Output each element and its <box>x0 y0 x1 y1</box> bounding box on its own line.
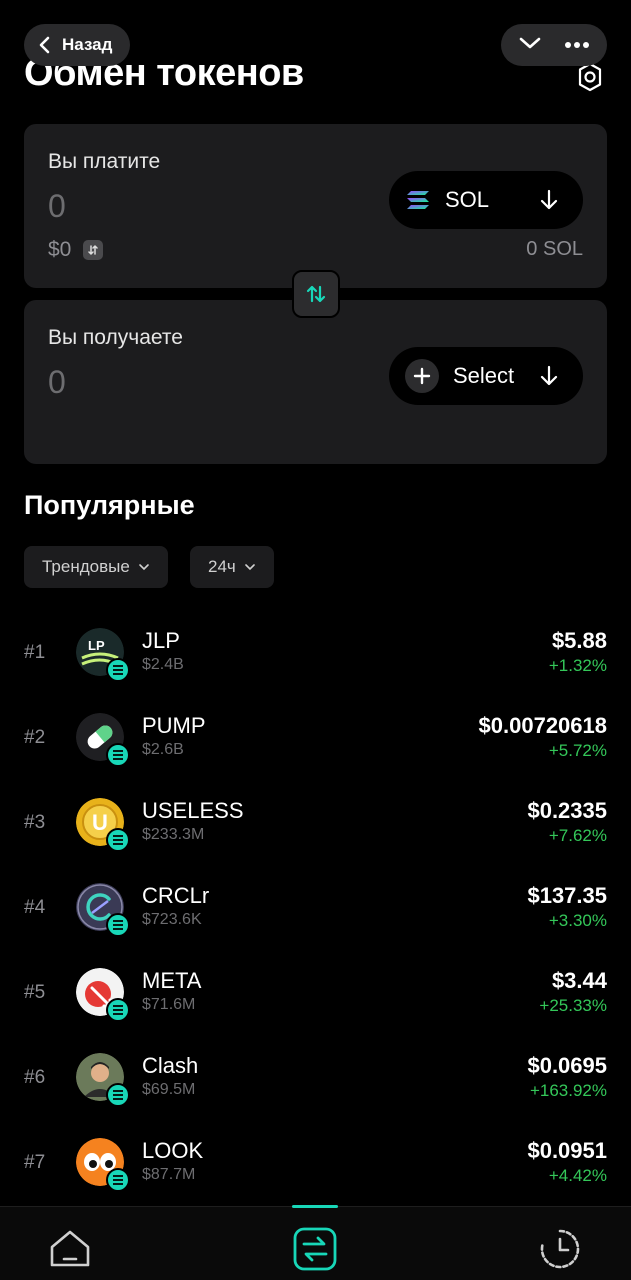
pay-balance: 0 SOL <box>526 238 583 260</box>
token-rank: #3 <box>24 812 46 833</box>
token-marketcap: $2.4B <box>142 656 184 673</box>
token-change: +3.30% <box>548 911 607 930</box>
chevron-down-icon <box>519 37 541 48</box>
top-right-controls <box>501 24 607 66</box>
token-row[interactable]: #5 META $71.6M $3.44 +25.33% <box>0 952 631 1037</box>
pay-label: Вы платите <box>48 150 161 173</box>
sort-filter-label: Трендовые <box>42 557 130 576</box>
collapse-button[interactable] <box>518 35 542 56</box>
period-filter[interactable]: 24ч <box>190 546 274 588</box>
token-price: $0.0951 <box>527 1138 607 1163</box>
token-row[interactable]: #4 CRCLr $723.6K $137.35 +3.30% <box>0 867 631 952</box>
token-price: $5.88 <box>551 628 607 653</box>
token-name: JLP <box>142 628 180 653</box>
bottom-nav <box>0 1205 631 1280</box>
pay-token-symbol: SOL <box>445 187 490 212</box>
sort-filter[interactable]: Трендовые <box>24 546 168 588</box>
svg-text:LP: LP <box>88 638 105 653</box>
nav-home[interactable] <box>46 1225 94 1273</box>
swap-arrows-icon <box>306 285 326 303</box>
nav-history[interactable] <box>536 1225 584 1273</box>
token-row[interactable]: #7 LOOK $87.7M $0.0951 +4.42% <box>0 1122 631 1207</box>
swap-direction-button[interactable] <box>292 270 340 318</box>
token-marketcap: $87.7M <box>142 1166 196 1183</box>
more-dots-icon <box>565 42 589 48</box>
solana-chain-badge-icon <box>106 658 130 682</box>
solana-chain-badge-icon <box>106 1168 130 1192</box>
token-rank: #7 <box>24 1152 46 1173</box>
back-label: Назад <box>62 35 113 54</box>
token-rank: #6 <box>24 1067 46 1088</box>
token-name: CRCLr <box>142 883 210 908</box>
token-rank: #1 <box>24 642 46 663</box>
token-marketcap: $233.3M <box>142 826 205 843</box>
token-name: Clash <box>142 1053 199 1078</box>
token-change: +5.72% <box>548 741 607 760</box>
solana-chain-badge-icon <box>106 1083 130 1107</box>
solana-chain-badge-icon <box>106 743 130 767</box>
arrow-down-icon <box>540 365 558 386</box>
token-row[interactable]: #2 PUMP $2.6B $0.00720618 +5.72% <box>0 697 631 782</box>
pay-usd-value: $0 <box>48 238 104 262</box>
token-change: +4.42% <box>548 1166 607 1185</box>
active-tab-indicator <box>292 1205 338 1208</box>
token-name: LOOK <box>142 1138 204 1163</box>
token-row[interactable]: #1 LP JLP $2.4B $5.88 +1.32% <box>0 612 631 697</box>
receive-token-symbol: Select <box>453 363 515 388</box>
token-rank: #2 <box>24 727 46 748</box>
token-change: +163.92% <box>529 1081 607 1100</box>
nav-swap[interactable] <box>291 1225 339 1273</box>
home-icon <box>50 1230 90 1267</box>
token-marketcap: $723.6K <box>142 911 202 928</box>
chevron-down-icon <box>139 564 149 571</box>
period-filter-label: 24ч <box>208 557 236 576</box>
token-marketcap: $71.6M <box>142 996 196 1013</box>
token-price: $0.0695 <box>527 1053 607 1078</box>
token-marketcap: $2.6B <box>142 741 184 758</box>
pay-token-selector[interactable]: SOL <box>389 171 583 229</box>
more-button[interactable] <box>564 36 590 54</box>
pay-card: Вы платите 0 $0 0 SOL SOL <box>24 124 607 288</box>
token-price: $137.35 <box>527 883 607 908</box>
solana-logo-icon <box>407 191 429 209</box>
token-marketcap: $69.5M <box>142 1081 196 1098</box>
back-button[interactable]: Назад <box>24 24 131 66</box>
pay-usd-text: $0 <box>48 238 72 261</box>
receive-amount: 0 <box>48 364 66 400</box>
solana-chain-badge-icon <box>106 913 130 937</box>
history-clock-icon <box>540 1229 580 1269</box>
token-change: +25.33% <box>539 996 607 1015</box>
solana-chain-badge-icon <box>106 828 130 852</box>
token-rank: #5 <box>24 982 46 1003</box>
solana-chain-badge-icon <box>106 998 130 1022</box>
receive-card: Вы получаете 0 Select <box>24 300 607 464</box>
receive-token-selector[interactable]: Select <box>389 347 583 405</box>
popular-token-list: #1 LP JLP $2.4B $5.88 +1.32% #2 PUMP $2.… <box>0 612 631 1207</box>
token-row[interactable]: #3 U USELESS $233.3M $0.2335 +7.62% <box>0 782 631 867</box>
arrow-down-icon <box>540 189 558 210</box>
token-change: +1.32% <box>548 656 607 675</box>
token-rank: #4 <box>24 897 46 918</box>
token-row[interactable]: #6 Clash $69.5M $0.0695 +163.92% <box>0 1037 631 1122</box>
pay-amount-input[interactable]: 0 <box>48 188 66 225</box>
chevron-left-icon <box>39 36 50 54</box>
currency-toggle-icon[interactable] <box>83 240 104 260</box>
token-price: $0.00720618 <box>478 713 607 738</box>
svg-text:U: U <box>92 810 108 835</box>
plus-icon <box>405 359 439 393</box>
swap-icon <box>293 1227 337 1271</box>
token-name: META <box>142 968 202 993</box>
popular-title: Популярные <box>24 490 195 520</box>
chevron-down-icon <box>244 564 255 571</box>
receive-label: Вы получаете <box>48 326 183 349</box>
token-name: USELESS <box>142 798 244 823</box>
token-price: $3.44 <box>551 968 607 993</box>
token-change: +7.62% <box>548 826 607 845</box>
token-name: PUMP <box>142 713 206 738</box>
token-price: $0.2335 <box>527 798 607 823</box>
